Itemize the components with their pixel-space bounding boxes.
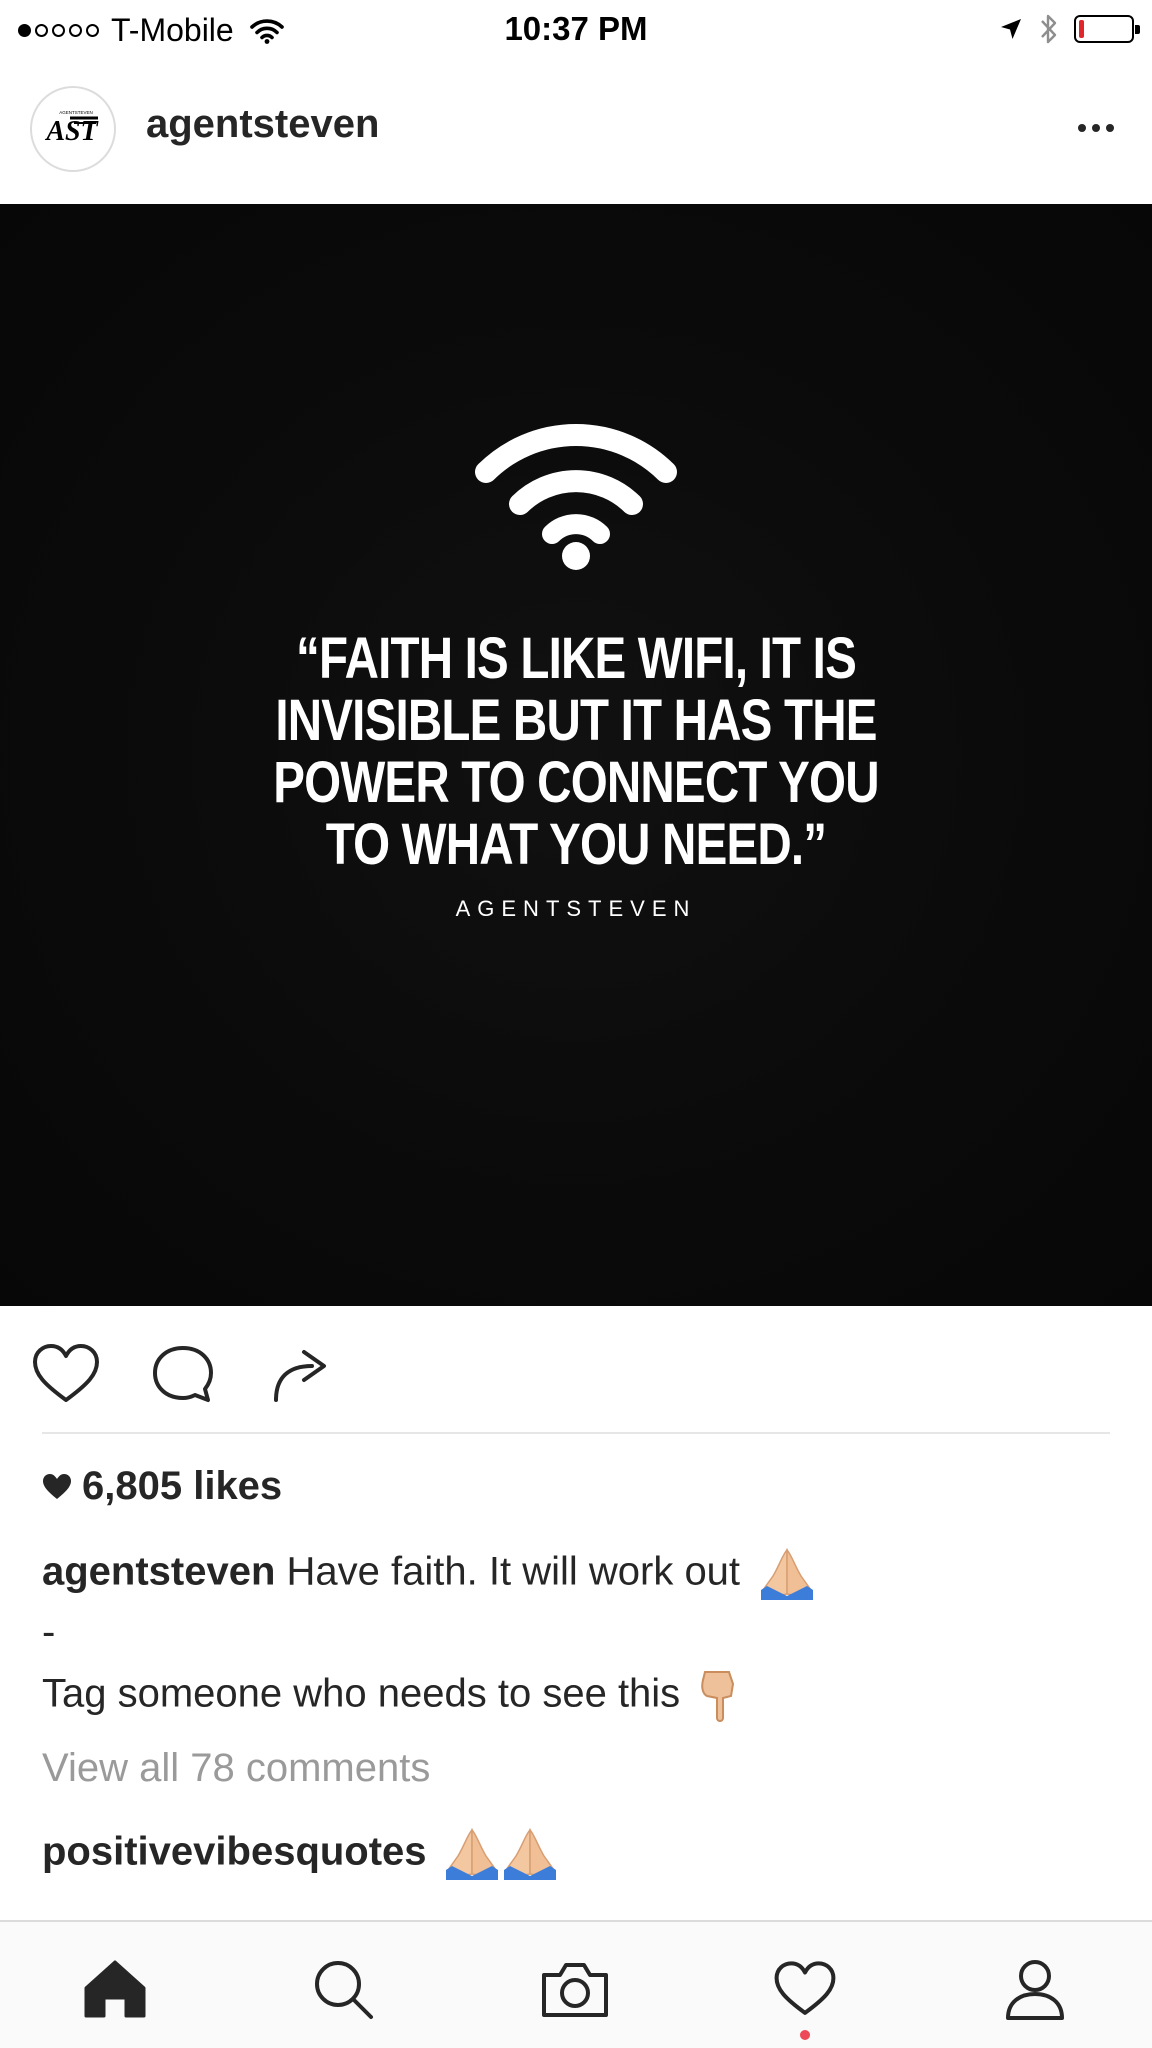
heart-outline-icon[interactable] — [30, 1342, 102, 1406]
action-bar — [0, 1330, 1152, 1410]
quote-text: “FAITH IS LIKE WIFI, IT IS INVISIBLE BUT… — [273, 626, 879, 877]
post-image[interactable]: “FAITH IS LIKE WIFI, IT IS INVISIBLE BUT… — [0, 204, 1152, 1306]
profile-icon[interactable] — [1000, 1954, 1070, 2024]
avatar-logo: AGENTSTEVEN AST — [44, 110, 99, 147]
post-header: AGENTSTEVEN AST agentsteven — [0, 58, 1152, 204]
battery-icon — [1074, 15, 1140, 43]
search-icon[interactable] — [308, 1954, 378, 2024]
status-time: 10:37 PM — [504, 10, 648, 47]
comment-bubble-icon[interactable] — [150, 1342, 216, 1406]
likes-count: 6,805 likes — [82, 1464, 283, 1508]
folded-hands-emoji — [445, 1828, 556, 1880]
comment-username[interactable]: positivevibesquotes — [42, 1830, 427, 1874]
status-right-icons — [998, 12, 1140, 46]
folded-hands-emoji — [761, 1548, 814, 1600]
caption-tag-text: Tag someone who needs to see this — [42, 1671, 681, 1716]
caption: agentsteven Have faith. It will work out — [42, 1546, 817, 1602]
divider — [42, 1432, 1110, 1434]
post-username[interactable]: agentsteven — [146, 102, 379, 147]
caption-text: Have faith. It will work out — [286, 1549, 741, 1594]
pointing-down-emoji — [701, 1671, 735, 1722]
share-arrow-icon[interactable] — [270, 1342, 332, 1406]
caption-dash: - — [42, 1610, 56, 1654]
quote-author: AGENTSTEVEN — [455, 896, 697, 921]
more-dots-icon[interactable] — [1078, 124, 1114, 132]
activity-heart-icon[interactable] — [770, 1954, 840, 2024]
caption-tag-line: Tag someone who needs to see this — [42, 1668, 741, 1724]
heart-filled-icon — [43, 1473, 71, 1499]
tab-bar — [0, 1920, 1152, 2048]
view-all-comments-link[interactable]: View all 78 comments — [42, 1746, 430, 1791]
notification-dot — [800, 2030, 810, 2040]
location-arrow-icon — [1001, 19, 1021, 39]
avatar[interactable]: AGENTSTEVEN AST — [30, 86, 116, 172]
svg-text:AST: AST — [44, 116, 99, 147]
wifi-icon — [475, 424, 677, 570]
home-icon[interactable] — [80, 1954, 150, 2024]
status-bar: T-Mobile 10:37 PM — [0, 0, 1152, 58]
bluetooth-icon — [1041, 14, 1057, 44]
camera-icon[interactable] — [540, 1954, 610, 2024]
caption-username[interactable]: agentsteven — [42, 1550, 275, 1594]
svg-text:AGENTSTEVEN: AGENTSTEVEN — [59, 110, 93, 115]
comment-item: positivevibesquotes — [42, 1826, 560, 1882]
likes-row[interactable]: 6,805 likes — [42, 1464, 282, 1509]
